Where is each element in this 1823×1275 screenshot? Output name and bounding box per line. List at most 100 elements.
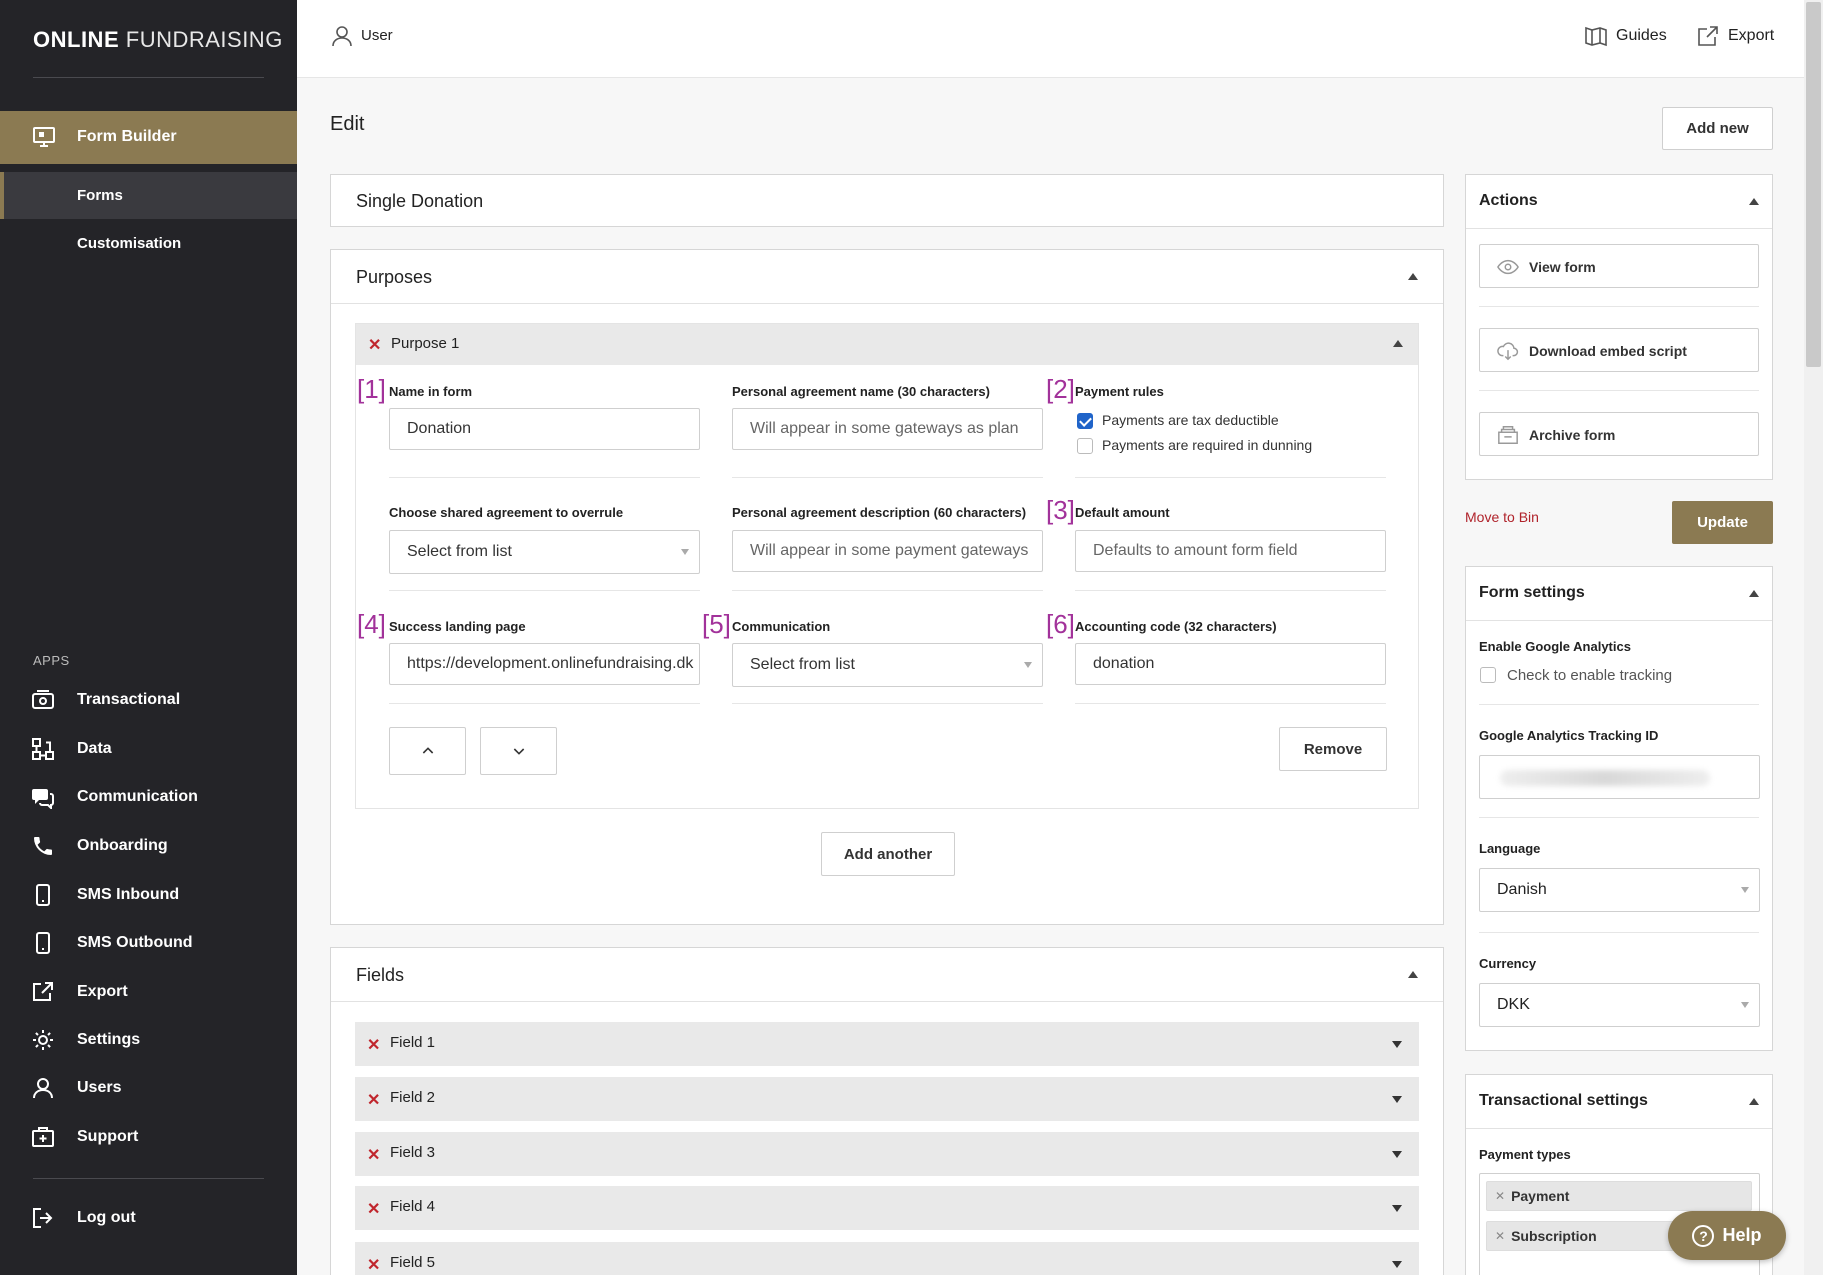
sidebar-item-onboarding[interactable]: Onboarding [0, 826, 297, 866]
sidebar-item-data[interactable]: Data [0, 729, 297, 769]
delete-icon[interactable]: ✕ [367, 1035, 380, 1055]
gear-icon [33, 1030, 53, 1050]
dunning-checkbox[interactable] [1077, 438, 1093, 454]
top-bar: User Guides Export [297, 0, 1804, 78]
cash-register-icon [32, 690, 54, 709]
collapse-icon[interactable] [1393, 340, 1403, 347]
delete-icon[interactable]: ✕ [367, 1199, 380, 1219]
archive-form-button[interactable]: Archive form [1479, 412, 1759, 456]
chevron-down-icon [1741, 887, 1749, 893]
agreement-description-input[interactable]: Will appear in some payment gateways [732, 530, 1043, 572]
accounting-code-input[interactable]: donation [1075, 643, 1386, 685]
mobile-phone-icon [36, 884, 50, 906]
tag-payment[interactable]: ✕ Payment [1486, 1181, 1752, 1211]
move-to-bin-link[interactable]: Move to Bin [1465, 509, 1539, 525]
field-item[interactable]: ✕ Field 4 [355, 1186, 1419, 1230]
sidebar-item-transactional[interactable]: Transactional [0, 680, 297, 720]
field-item[interactable]: ✕ Field 3 [355, 1132, 1419, 1176]
sidebar-item-customisation[interactable]: Customisation [0, 220, 297, 267]
remove-tag-icon[interactable]: ✕ [1495, 1189, 1505, 1203]
sidebar-item-export[interactable]: Export [0, 972, 297, 1012]
sidebar-item-users[interactable]: Users [0, 1068, 297, 1108]
sidebar-item-support[interactable]: Support [0, 1117, 297, 1157]
tracking-id-input[interactable] [1479, 755, 1760, 799]
mobile-phone-icon [36, 932, 50, 954]
sidebar-item-settings[interactable]: Settings [0, 1020, 297, 1060]
external-link-icon [1698, 26, 1718, 46]
monitor-icon [33, 127, 55, 147]
eye-icon [1497, 259, 1519, 275]
expand-icon[interactable] [1392, 1261, 1402, 1268]
actions-header[interactable]: Actions [1466, 175, 1772, 229]
view-form-button[interactable]: View form [1479, 244, 1759, 288]
move-down-button[interactable] [480, 727, 557, 775]
download-embed-button[interactable]: Download embed script [1479, 328, 1759, 372]
collapse-icon[interactable] [1749, 1098, 1759, 1105]
user-icon[interactable] [330, 24, 354, 48]
brand-logo[interactable]: ONLINE FUNDRAISING [33, 27, 283, 53]
agreement-name-input[interactable]: Will appear in some gateways as plan [732, 408, 1043, 450]
collapse-icon[interactable] [1408, 971, 1418, 978]
collapse-icon[interactable] [1749, 590, 1759, 597]
purpose-item: ✕ Purpose 1 [1] Name in form Donation Pe… [355, 323, 1419, 809]
delete-icon[interactable]: ✕ [368, 335, 381, 355]
sidebar-item-sms-inbound[interactable]: SMS Inbound [0, 875, 297, 915]
expand-icon[interactable] [1392, 1151, 1402, 1158]
field-item[interactable]: ✕ Field 2 [355, 1077, 1419, 1121]
expand-icon[interactable] [1392, 1041, 1402, 1048]
annotation-marker: [6] [1046, 609, 1075, 639]
add-new-button[interactable]: Add new [1662, 107, 1773, 150]
transactional-settings-header[interactable]: Transactional settings [1466, 1075, 1772, 1129]
sidebar-item-forms[interactable]: Forms [0, 172, 297, 219]
fields-header[interactable]: Fields [331, 948, 1443, 1002]
enable-tracking-checkbox[interactable] [1480, 667, 1496, 683]
shared-agreement-select[interactable]: Select from list [389, 530, 700, 574]
fields-panel: Fields ✕ Field 1 ✕ Field 2 ✕ Field 3 ✕ F… [330, 947, 1444, 1275]
help-button[interactable]: ? Help [1668, 1211, 1786, 1260]
currency-select[interactable]: DKK [1479, 983, 1760, 1027]
panel-title: Fields [356, 965, 405, 985]
question-icon: ? [1692, 1224, 1715, 1247]
form-settings-panel: Form settings Enable Google Analytics Ch… [1465, 566, 1773, 1051]
expand-icon[interactable] [1392, 1205, 1402, 1212]
add-another-button[interactable]: Add another [821, 832, 955, 876]
collapse-icon[interactable] [1408, 273, 1418, 280]
logout-icon [33, 1208, 53, 1228]
annotation-marker: [1] [357, 374, 386, 404]
default-amount-input[interactable]: Defaults to amount form field [1075, 530, 1386, 572]
purpose-header[interactable]: ✕ Purpose 1 [356, 324, 1418, 365]
sidebar-item-form-builder[interactable]: Form Builder [0, 111, 297, 164]
field-item[interactable]: ✕ Field 1 [355, 1022, 1419, 1066]
move-up-button[interactable] [389, 727, 466, 775]
annotation-marker: [5] [702, 609, 731, 639]
delete-icon[interactable]: ✕ [367, 1255, 380, 1275]
tax-deductible-checkbox[interactable] [1077, 413, 1093, 429]
scrollbar-thumb[interactable] [1806, 2, 1821, 367]
communication-select[interactable]: Select from list [732, 643, 1043, 687]
purposes-header[interactable]: Purposes [331, 250, 1443, 304]
collapse-icon[interactable] [1749, 198, 1759, 205]
name-in-form-input[interactable]: Donation [389, 408, 700, 450]
chevron-up-icon [422, 747, 433, 754]
apps-section-label: APPS [33, 653, 70, 668]
first-aid-icon [32, 1127, 54, 1147]
guides-button[interactable]: Guides [1584, 24, 1667, 48]
delete-icon[interactable]: ✕ [367, 1145, 380, 1165]
logout-button[interactable]: Log out [0, 1198, 297, 1238]
expand-icon[interactable] [1392, 1096, 1402, 1103]
sidebar-item-communication[interactable]: Communication [0, 777, 297, 817]
language-select[interactable]: Danish [1479, 868, 1760, 912]
remove-tag-icon[interactable]: ✕ [1495, 1229, 1505, 1243]
chevron-down-icon [681, 549, 689, 555]
user-menu[interactable]: User [361, 27, 393, 44]
success-page-input[interactable]: https://development.onlinefundraising.dk [389, 643, 700, 685]
form-settings-header[interactable]: Form settings [1466, 567, 1772, 621]
delete-icon[interactable]: ✕ [367, 1090, 380, 1110]
export-button[interactable]: Export [1696, 24, 1774, 48]
remove-button[interactable]: Remove [1279, 727, 1387, 771]
sidebar-item-sms-outbound[interactable]: SMS Outbound [0, 923, 297, 963]
update-button[interactable]: Update [1672, 501, 1773, 544]
redacted-value [1500, 770, 1710, 786]
form-name-input[interactable]: Single Donation [330, 174, 1444, 227]
field-item[interactable]: ✕ Field 5 [355, 1242, 1419, 1275]
